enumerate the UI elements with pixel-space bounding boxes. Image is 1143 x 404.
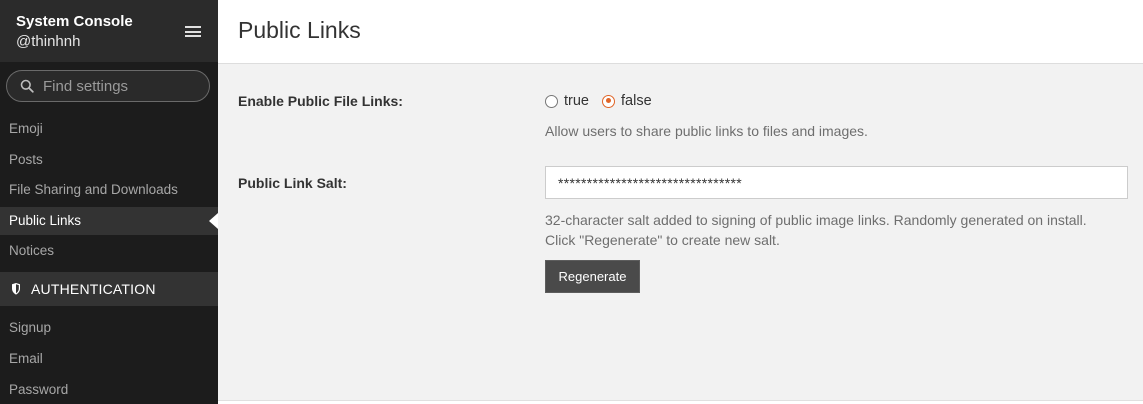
current-username: @thinhnh [16, 33, 81, 50]
settings-search[interactable] [6, 70, 210, 102]
sidebar-item-posts[interactable]: Posts [0, 146, 218, 174]
hamburger-menu-icon[interactable] [185, 26, 201, 37]
salt-field[interactable] [545, 166, 1128, 199]
salt-help-line2: Click "Regenerate" to create new salt. [545, 232, 780, 248]
public-link-salt-label: Public Link Salt: [238, 175, 347, 191]
search-icon [20, 79, 34, 93]
content-footer [218, 400, 1143, 404]
sidebar-item-password[interactable]: Password [0, 376, 218, 404]
section-label: AUTHENTICATION [31, 281, 156, 297]
salt-help-line1: 32-character salt added to signing of pu… [545, 212, 1087, 228]
radio-false[interactable]: false [602, 93, 652, 109]
regenerate-button[interactable]: Regenerate [545, 260, 640, 293]
enable-public-links-label: Enable Public File Links: [238, 93, 403, 109]
sidebar: System Console @thinhnh Emoji Posts File… [0, 0, 218, 404]
shield-icon [11, 283, 21, 295]
sidebar-item-public-links[interactable]: Public Links [0, 207, 218, 235]
sidebar-header: System Console @thinhnh [0, 0, 218, 62]
page-title: Public Links [238, 17, 361, 43]
radio-false-circle-selected[interactable] [602, 94, 615, 108]
sidebar-item-signup[interactable]: Signup [0, 314, 218, 342]
salt-input[interactable] [558, 173, 1118, 193]
radio-true-label: true [564, 93, 589, 109]
main-panel: Public Links Enable Public File Links: t… [218, 0, 1143, 404]
sidebar-section-authentication: AUTHENTICATION [0, 272, 218, 306]
radio-false-label: false [621, 93, 652, 109]
sidebar-item-file-sharing[interactable]: File Sharing and Downloads [0, 176, 218, 204]
radio-true[interactable]: true [545, 93, 589, 109]
sidebar-item-email[interactable]: Email [0, 345, 218, 373]
sidebar-item-notices[interactable]: Notices [0, 237, 218, 265]
search-input[interactable] [43, 76, 203, 96]
page-header: Public Links [218, 0, 1143, 64]
sidebar-item-emoji[interactable]: Emoji [0, 115, 218, 143]
console-title: System Console [16, 13, 133, 30]
public-links-help: Allow users to share public links to fil… [545, 123, 868, 139]
radio-true-circle[interactable] [545, 94, 558, 108]
